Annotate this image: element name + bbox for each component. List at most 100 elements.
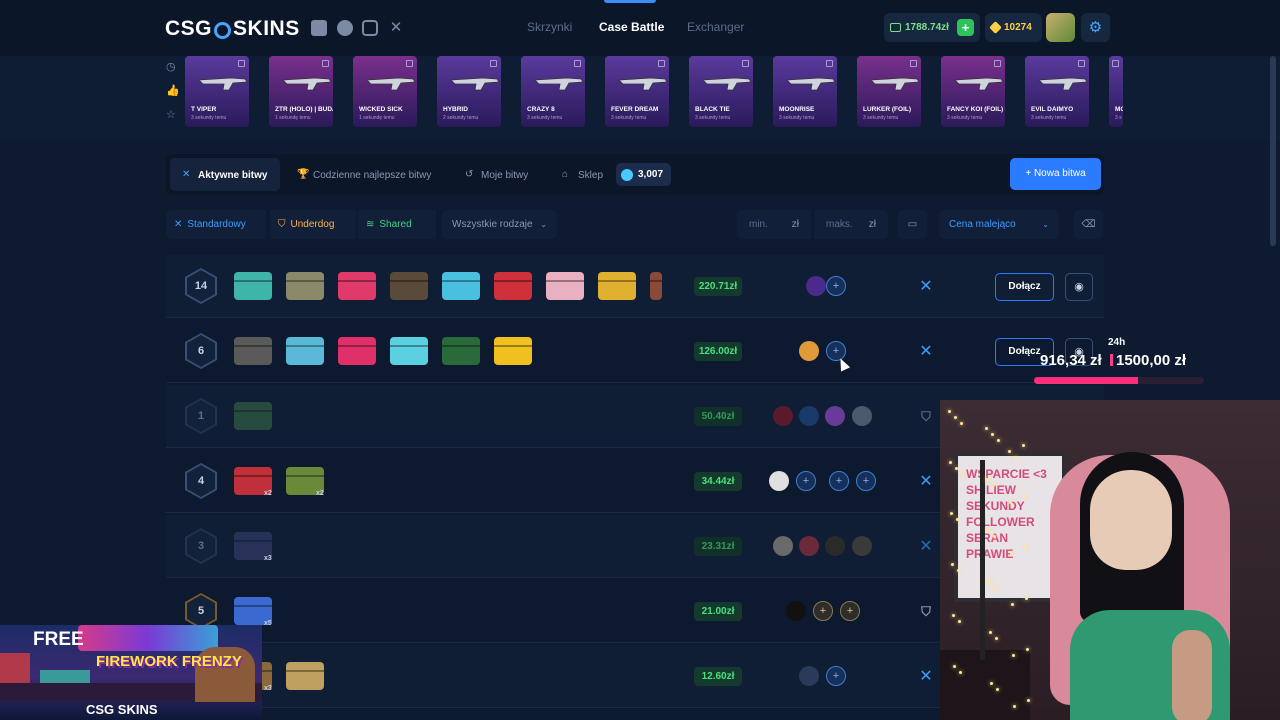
nav-case-battle[interactable]: Case Battle — [599, 20, 664, 34]
rounds-badge: 4 — [185, 463, 217, 499]
case-icon — [598, 272, 636, 300]
player-avatar[interactable] — [769, 471, 789, 491]
join-slot-button[interactable]: + — [813, 601, 833, 621]
tab-daily-best[interactable]: 🏆 Codzienne najlepsze bitwy — [297, 165, 431, 185]
underdog-shield-icon: ⛉ — [921, 604, 931, 619]
eye-icon: ◉ — [1074, 281, 1084, 293]
fairy-light — [1011, 603, 1014, 606]
player-avatar[interactable] — [806, 276, 826, 296]
nav-skrzynki[interactable]: Skrzynki — [527, 20, 572, 34]
join-slot-button[interactable]: + — [796, 471, 816, 491]
user-avatar[interactable] — [1046, 13, 1075, 42]
join-slot-button[interactable]: + — [856, 471, 876, 491]
fairy-light — [961, 473, 964, 476]
fairy-light — [996, 688, 999, 691]
goal-separator — [1110, 354, 1113, 366]
drop-card[interactable]: CRAZY 8 3 sekundy temu — [521, 56, 585, 127]
x-icon[interactable]: ✕ — [388, 20, 404, 36]
fairy-light — [991, 433, 994, 436]
drop-card[interactable]: HYBRID 2 sekundy temu — [437, 56, 501, 127]
thumbs-up-icon[interactable]: 👍 — [166, 86, 180, 97]
settings-button[interactable]: ⚙ — [1081, 13, 1110, 42]
drop-card[interactable]: EVIL DAIMYO 3 sekundy temu — [1025, 56, 1089, 127]
drop-card[interactable]: LURKER (FOIL) 3 sekundy temu — [857, 56, 921, 127]
battle-swords-icon: ✕ — [919, 538, 933, 555]
drop-card[interactable]: FANCY KOI (FOIL) 3 sekundy temu — [941, 56, 1005, 127]
discord-icon[interactable] — [311, 20, 327, 36]
underdog-shield-icon: ⛉ — [921, 409, 931, 424]
filter-underdog[interactable]: ⛉ Underdog — [270, 210, 356, 239]
drop-card[interactable]: MO BU 3 s — [1109, 56, 1123, 127]
max-price-input[interactable]: maks. zł — [814, 210, 888, 239]
sort-dropdown[interactable]: Cena malejąco ⌄ — [939, 210, 1059, 239]
drop-card[interactable]: WICKED SICK 1 sekundę temu — [353, 56, 417, 127]
coins-display[interactable]: 10274 — [985, 13, 1042, 42]
instagram-icon[interactable] — [362, 20, 378, 36]
player-avatar[interactable] — [773, 406, 793, 426]
player-avatar[interactable] — [799, 666, 819, 686]
battle-swords-icon: ✕ — [919, 473, 933, 490]
drop-card[interactable]: T VIPER 3 sekundy temu — [185, 56, 249, 127]
drop-info-icon — [742, 60, 749, 67]
logo[interactable]: CSG SKINS — [165, 17, 300, 41]
drop-card[interactable]: BLACK TIE 3 sekundy temu — [689, 56, 753, 127]
page-scrollbar[interactable] — [1270, 56, 1276, 246]
tab-my-battles[interactable]: ↺ Moje bitwy — [465, 165, 528, 185]
case-icon — [234, 402, 272, 430]
new-battle-button[interactable]: + Nowa bitwa — [1010, 158, 1101, 190]
player-avatar[interactable] — [799, 406, 819, 426]
weapon-icon — [198, 77, 248, 91]
battle-row[interactable]: 14 220.71zł + ✕ Dołącz ◉ — [166, 255, 1104, 318]
deposit-button[interactable]: + — [957, 19, 974, 36]
drop-time: 3 sekundy temu — [863, 115, 899, 121]
drop-card[interactable]: MOONRISE 3 sekundy temu — [773, 56, 837, 127]
player-avatar[interactable] — [825, 536, 845, 556]
drop-card[interactable]: FEVER DREAM 3 sekundy temu — [605, 56, 669, 127]
player-avatar[interactable] — [852, 536, 872, 556]
drop-info-icon — [406, 60, 413, 67]
join-slot-button[interactable]: + — [840, 601, 860, 621]
clear-filters-button[interactable]: ⌫ — [1074, 210, 1103, 239]
goal-period: 24h — [1108, 337, 1126, 348]
fairy-light — [986, 478, 989, 481]
streamer-webcam: WSPARCIE <3 SHILIEW SEKUNDY FOLLOWER SERAN PR… — [940, 400, 1280, 720]
drop-time: 2 sekundy temu — [443, 115, 479, 121]
filter-standard[interactable]: ✕ Standardowy — [166, 210, 266, 239]
clock-icon[interactable]: ◷ — [166, 62, 177, 73]
rounds-count: 3 — [187, 530, 215, 562]
filter-shared[interactable]: ≋ Shared — [358, 210, 436, 239]
player-avatar[interactable] — [786, 601, 806, 621]
join-battle-button[interactable]: Dołącz — [995, 273, 1054, 301]
player-avatar[interactable] — [825, 406, 845, 426]
facebook-icon[interactable] — [337, 20, 353, 36]
drop-time: 3 sekundy temu — [779, 115, 815, 121]
drop-card[interactable]: ZTR (HOLO) | BUDAPEST 2025 1 sekundę temu — [269, 56, 333, 127]
fairy-light — [994, 586, 997, 589]
drop-time: 1 sekundę temu — [359, 115, 395, 121]
type-dropdown[interactable]: Wszystkie rodzaje ⌄ — [442, 210, 557, 239]
min-price-input[interactable]: min. zł — [737, 210, 811, 239]
battle-price: 126.00zł — [694, 342, 742, 361]
battle-swords-icon: ✕ — [919, 668, 933, 685]
calendar-button[interactable]: ▭ — [898, 210, 927, 239]
webcam-fairy-lights — [940, 400, 1280, 720]
spectate-button[interactable]: ◉ — [1065, 273, 1093, 301]
player-avatar[interactable] — [852, 406, 872, 426]
nav-exchanger[interactable]: Exchanger — [687, 20, 744, 34]
tab-active-battles[interactable]: ✕ Aktywne bitwy — [182, 165, 267, 185]
player-avatar[interactable] — [799, 341, 819, 361]
balance-display[interactable]: 1788.74zł + — [884, 13, 980, 42]
weapon-icon — [534, 77, 584, 91]
player-avatar[interactable] — [773, 536, 793, 556]
join-slot-button[interactable]: + — [826, 276, 846, 296]
player-avatar[interactable] — [799, 536, 819, 556]
gem-balance[interactable]: 3,007 — [616, 163, 671, 186]
promo-title: FIREWORK FRENZY — [96, 653, 242, 670]
battle-row[interactable]: 6 126.00zł + ✕ Dołącz ◉ — [166, 320, 1104, 383]
join-slot-button[interactable]: + — [829, 471, 849, 491]
tab-shop[interactable]: ⌂ Sklep — [562, 165, 603, 185]
battle-swords-icon: ✕ — [919, 343, 933, 360]
case-icon — [390, 272, 428, 300]
star-icon[interactable]: ☆ — [166, 110, 177, 121]
join-slot-button[interactable]: + — [826, 666, 846, 686]
